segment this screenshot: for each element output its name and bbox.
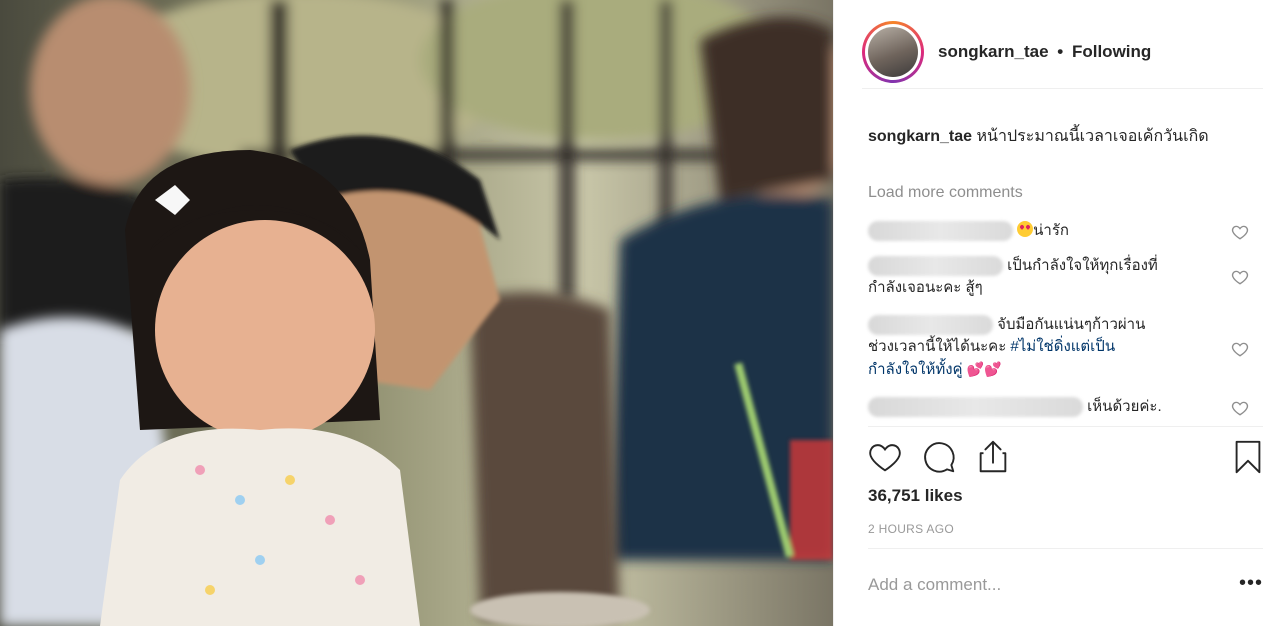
hashtag-link-continued[interactable]: กำลังใจให้ทั้งคู่ xyxy=(868,361,963,378)
more-options-icon[interactable]: ••• xyxy=(1239,572,1263,595)
action-bar xyxy=(866,437,1267,477)
caption-username[interactable]: songkarn_tae xyxy=(868,128,972,145)
blurred-username xyxy=(868,315,993,336)
caption-text: หน้าประมาณนี้เวลาเจอเค้กวันเกิด xyxy=(976,128,1209,145)
like-comment-heart-icon[interactable] xyxy=(1231,223,1249,241)
header-user: songkarn_tae • Following xyxy=(938,42,1151,62)
comment-item: เป็นกำลังใจให้ทุกเรื่องที่ กำลังเจอนะคะ … xyxy=(868,255,1198,299)
comment-item: น่ารัก xyxy=(868,220,1198,242)
comment-text-line1: เป็นกำลังใจให้ทุกเรื่องที่ xyxy=(1007,257,1158,274)
comment-line: กำลังใจให้ทั้งคู่ 💕💕 xyxy=(868,358,1198,381)
bookmark-save-icon[interactable] xyxy=(1229,437,1267,477)
like-comment-heart-icon[interactable] xyxy=(1231,268,1249,286)
comment-item: จับมือกันแน่นๆก้าวผ่าน ช่วงเวลานี้ให้ได้… xyxy=(868,314,1198,381)
hashtag-link[interactable]: #ไม่ใช่ดิ่งแต่เป็น xyxy=(1010,338,1115,355)
divider xyxy=(868,548,1263,549)
caption: songkarn_tae หน้าประมาณนี้เวลาเจอเค้กวัน… xyxy=(868,126,1258,147)
post-photo[interactable] xyxy=(0,0,833,626)
blurred-username xyxy=(868,397,1083,418)
heart-eyes-emoji-icon xyxy=(1017,221,1034,237)
load-more-comments[interactable]: Load more comments xyxy=(868,184,1023,202)
post-timestamp[interactable]: 2 HOURS AGO xyxy=(868,522,954,536)
add-comment-input[interactable]: Add a comment... xyxy=(868,575,1188,595)
comment-item: เห็นด้วยค่ะ. xyxy=(868,396,1198,418)
comment-line: เป็นกำลังใจให้ทุกเรื่องที่ xyxy=(868,255,1198,277)
like-comment-heart-icon[interactable] xyxy=(1231,399,1249,417)
comment-line: จับมือกันแน่นๆก้าวผ่าน xyxy=(868,314,1198,336)
comment-bubble-icon[interactable] xyxy=(920,437,958,477)
share-upload-icon[interactable] xyxy=(974,437,1012,477)
comment-text: น่ารัก xyxy=(1033,222,1069,239)
follow-status[interactable]: Following xyxy=(1072,42,1151,61)
avatar[interactable] xyxy=(862,21,924,83)
likes-count[interactable]: 36,751 likes xyxy=(868,486,963,506)
post-header: songkarn_tae • Following xyxy=(862,16,1263,89)
blurred-username xyxy=(868,256,1003,277)
comment-text-line2: กำลังเจอนะคะ สู้ๆ xyxy=(868,279,983,296)
blurred-username xyxy=(868,221,1013,242)
header-username[interactable]: songkarn_tae xyxy=(938,42,1049,61)
avatar-image xyxy=(868,27,918,77)
like-heart-icon[interactable] xyxy=(866,437,904,477)
divider xyxy=(868,426,1263,427)
comment-text-line2: ช่วงเวลานี้ให้ได้นะคะ xyxy=(868,338,1011,355)
like-comment-heart-icon[interactable] xyxy=(1231,340,1249,358)
comment-line: ช่วงเวลานี้ให้ได้นะคะ #ไม่ใช่ดิ่งแต่เป็น xyxy=(868,336,1198,358)
hearts-emoji: 💕💕 xyxy=(966,361,1002,377)
comment-text-line1: จับมือกันแน่นๆก้าวผ่าน xyxy=(997,316,1146,333)
avatar-frame xyxy=(865,24,921,80)
post-panel: songkarn_tae • Following songkarn_tae หน… xyxy=(833,0,1280,626)
header-separator: • xyxy=(1057,42,1064,61)
comment-text: เห็นด้วยค่ะ. xyxy=(1087,398,1162,415)
